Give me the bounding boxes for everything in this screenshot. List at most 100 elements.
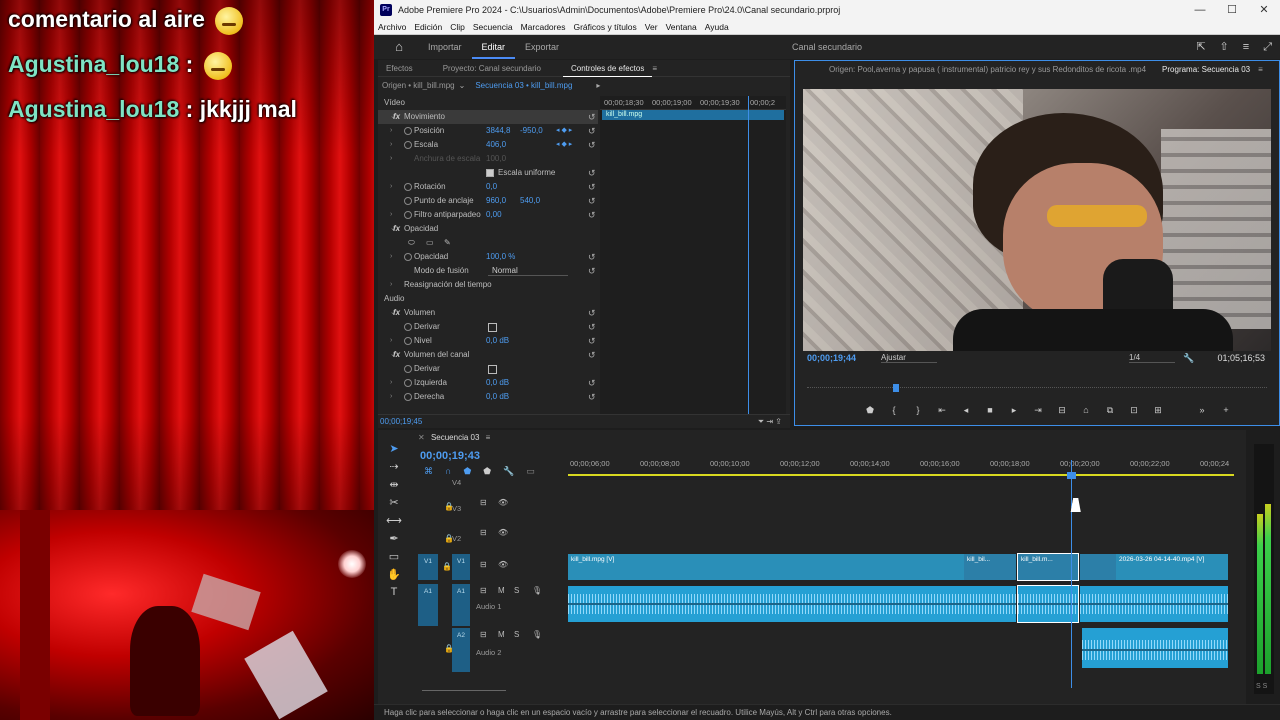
audio-clip[interactable] — [568, 586, 1016, 622]
rectangle-mask-icon[interactable]: ▭ — [426, 236, 434, 250]
linked-selection-icon[interactable]: ∩ — [445, 466, 451, 477]
effect-playhead[interactable] — [748, 96, 749, 414]
video-clip[interactable]: 2026-03-26 04-14-40.mp4 [V] — [1116, 554, 1228, 580]
stopwatch-icon[interactable] — [404, 393, 412, 401]
play-only-icon[interactable]: ▸ — [596, 81, 600, 90]
panel-menu-icon[interactable]: ≡ — [1258, 65, 1263, 74]
reset-icon[interactable]: ↺ — [588, 264, 596, 278]
stopwatch-icon[interactable] — [404, 183, 412, 191]
stopwatch-icon[interactable] — [404, 323, 412, 331]
vr-icon[interactable]: ⊡ — [1129, 405, 1139, 419]
bypass-checkbox[interactable] — [488, 323, 497, 332]
reset-icon[interactable]: ↺ — [588, 390, 596, 404]
filter-icon[interactable]: ⏷ ⇥ ⇪ — [758, 415, 782, 429]
stopwatch-icon[interactable] — [404, 127, 412, 135]
mark-in-icon[interactable]: { — [889, 405, 899, 419]
bypass-checkbox[interactable] — [488, 365, 497, 374]
menu-secuencia[interactable]: Secuencia — [469, 22, 517, 32]
tab-efectos[interactable]: Efectos — [378, 60, 421, 77]
go-to-in-icon[interactable]: ⇤ — [937, 405, 947, 419]
meter-solo-labels[interactable]: S S — [1256, 683, 1267, 690]
solo-button[interactable]: S — [514, 586, 519, 595]
program-video-frame[interactable] — [803, 89, 1271, 351]
stopwatch-icon[interactable] — [404, 379, 412, 387]
reset-icon[interactable]: ↺ — [588, 376, 596, 390]
tab-controles-efectos[interactable]: Controles de efectos — [562, 60, 653, 77]
track-target-v1[interactable]: V1 — [452, 554, 470, 580]
eye-icon[interactable]: 👁 — [498, 560, 508, 569]
level-value[interactable]: 0,0 dB — [486, 334, 509, 348]
wrench-icon[interactable]: 🔧 — [503, 466, 514, 477]
effect-ruler[interactable]: 00;00;18;30 00;00;19;00 00;00;19;30 00;0… — [600, 96, 786, 110]
microphone-icon[interactable]: 🎙 — [532, 586, 542, 595]
anchor-x-value[interactable]: 960,0 — [486, 194, 506, 208]
effect-controls-timeline[interactable]: 00;00;18;30 00;00;19;00 00;00;19;30 00;0… — [600, 96, 786, 414]
tab-importar[interactable]: Importar — [418, 35, 472, 59]
close-icon[interactable]: ✕ — [418, 433, 425, 442]
go-to-out-icon[interactable]: ⇥ — [1033, 405, 1043, 419]
marker-icon[interactable]: ⬟ — [483, 466, 491, 477]
reset-icon[interactable]: ↺ — [588, 180, 596, 194]
reset-icon[interactable]: ↺ — [588, 250, 596, 264]
toggle-sync-icon[interactable]: ⊟ — [480, 560, 487, 569]
effect-timecode[interactable]: 00;00;19;45 — [380, 417, 422, 426]
reset-icon[interactable]: ↺ — [588, 348, 596, 362]
video-clip[interactable]: kill_bill.mpg [V] — [568, 554, 964, 580]
position-y-value[interactable]: -950,0 — [520, 124, 543, 138]
panel-menu-icon[interactable]: ≡ — [486, 433, 491, 442]
timeline-tracks-area[interactable]: kill_bill.mpg [V] kill_bil... kill_bill.… — [568, 478, 1234, 682]
right-value[interactable]: 0,0 dB — [486, 390, 509, 404]
chevron-down-icon[interactable]: ⌄ — [459, 81, 466, 90]
wrench-icon[interactable]: 🔧 — [1183, 353, 1194, 364]
track-select-icon[interactable]: ⇢ — [384, 460, 404, 478]
ellipse-mask-icon[interactable]: ⬭ — [408, 236, 415, 250]
position-x-value[interactable]: 3844,8 — [486, 124, 510, 138]
effect-source[interactable]: Origen • kill_bill.mpg — [382, 81, 455, 90]
program-timecode[interactable]: 00;00;19;44 — [807, 353, 856, 363]
step-back-icon[interactable]: ◂ — [961, 405, 971, 419]
type-icon[interactable]: T — [384, 586, 404, 604]
eye-icon[interactable]: 👁 — [498, 498, 508, 507]
menu-archivo[interactable]: Archivo — [374, 22, 410, 32]
keyframe-nav-icon[interactable]: ◂ ◆ ▸ — [556, 124, 572, 138]
reset-icon[interactable]: ↺ — [588, 194, 596, 208]
sequence-tab[interactable]: Secuencia 03 — [431, 433, 479, 442]
source-patch-a1[interactable]: A1 — [418, 584, 438, 626]
selection-tool-icon[interactable]: ➤ — [384, 442, 404, 460]
toggle-sync-icon[interactable]: ⊟ — [480, 586, 487, 595]
toggle-sync-icon[interactable]: ⊟ — [480, 498, 487, 507]
time-remap-row[interactable]: › Reasignación del tiempo — [378, 278, 598, 292]
flicker-value[interactable]: 0,00 — [486, 208, 502, 222]
menu-clip[interactable]: Clip — [446, 22, 469, 32]
blend-mode-select[interactable]: Normal — [488, 265, 568, 276]
mark-out-icon[interactable]: } — [913, 405, 923, 419]
opacity-effect-row[interactable]: ⌄ fx Opacidad — [378, 222, 598, 236]
add-marker-icon[interactable]: ⬟ — [463, 466, 471, 477]
reset-icon[interactable]: ↺ — [588, 208, 596, 222]
slip-icon[interactable]: ⟷ — [384, 514, 404, 532]
scale-value[interactable]: 406,0 — [486, 138, 506, 152]
timeline-scrollbar[interactable] — [422, 690, 506, 698]
add-button-icon[interactable]: + — [1221, 405, 1231, 419]
mute-button[interactable]: M — [498, 586, 505, 595]
toggle-sync-icon[interactable]: ⊟ — [480, 630, 487, 639]
left-value[interactable]: 0,0 dB — [486, 376, 509, 390]
effect-sequence[interactable]: Secuencia 03 • kill_bill.mpg — [475, 81, 572, 90]
toggle-sync-icon[interactable]: ⊟ — [480, 528, 487, 537]
menu-ventana[interactable]: Ventana — [662, 22, 701, 32]
reset-icon[interactable]: ↺ — [588, 166, 596, 180]
eye-icon[interactable]: 👁 — [498, 528, 508, 537]
fullscreen-icon[interactable]: ⤢ — [1263, 35, 1272, 59]
reset-icon[interactable]: ↺ — [588, 124, 596, 138]
maximize-icon[interactable]: ☐ — [1216, 3, 1248, 16]
add-marker-icon[interactable]: ⬟ — [865, 405, 875, 419]
video-clip-selected[interactable]: kill_bill.m... — [1017, 553, 1079, 581]
audio-clip[interactable] — [1080, 586, 1228, 622]
quick-export-icon[interactable]: ⇱ — [1196, 35, 1205, 59]
pen-mask-icon[interactable]: ✎ — [444, 236, 451, 250]
tab-editar[interactable]: Editar — [471, 35, 516, 59]
rectangle-icon[interactable]: ▭ — [384, 550, 404, 568]
stop-icon[interactable]: ■ — [985, 405, 995, 419]
solo-button[interactable]: S — [514, 630, 519, 639]
step-forward-icon[interactable]: ▸ — [1009, 405, 1019, 419]
